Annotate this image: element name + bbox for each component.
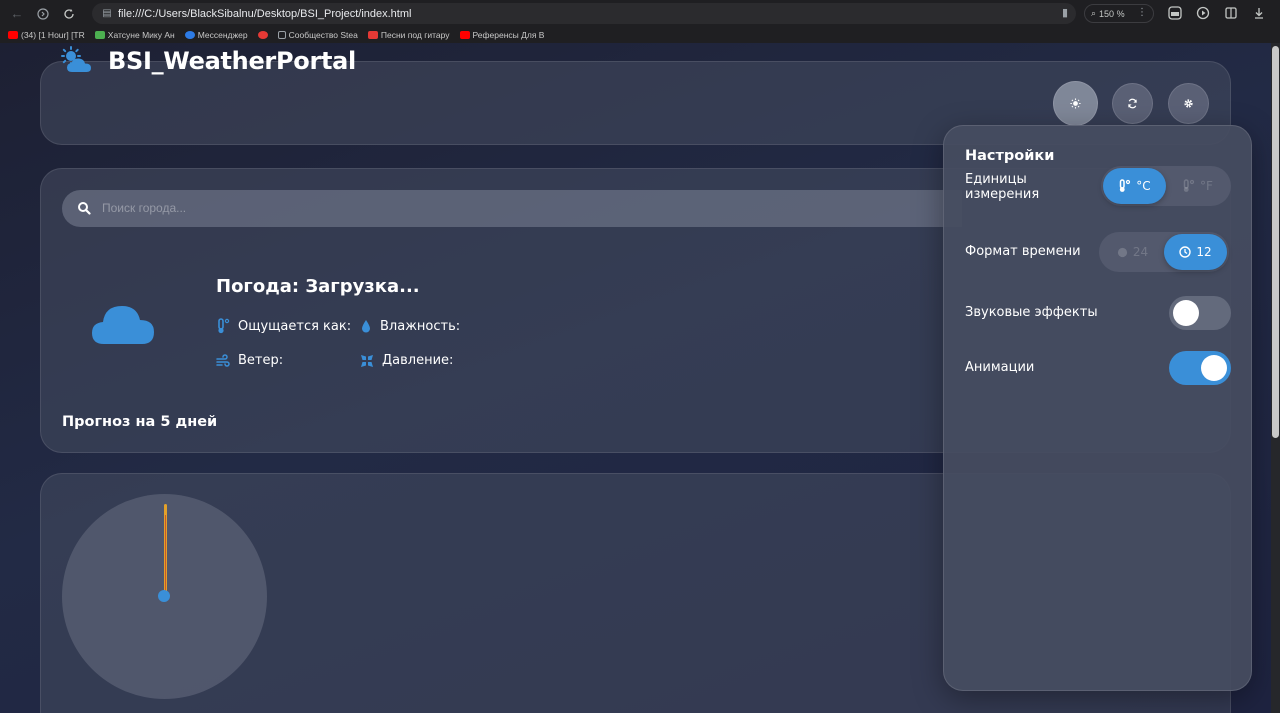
bookmark-label: Хатсуне Мику Ан	[107, 30, 175, 40]
bookmark-label: Песни под гитару	[380, 30, 450, 40]
bookmark-label: Мессенджер	[197, 30, 248, 40]
youtube-icon	[8, 31, 18, 39]
clock-minute-hand	[165, 515, 166, 595]
scrollbar-thumb[interactable]	[1272, 46, 1279, 438]
humidity-label: Влажность:	[380, 318, 461, 334]
pressure-label: Давление:	[382, 353, 454, 368]
sound-label: Звуковые эффекты	[965, 305, 1098, 320]
search-bar[interactable]	[62, 190, 962, 227]
thermometer-icon	[218, 318, 230, 334]
bookmark-label: Референсы Для В	[472, 30, 545, 40]
clock-icon	[1179, 246, 1192, 258]
units-selector: °C °F	[1101, 166, 1231, 206]
browser-toolbar: ← ▤ file:///C:/Users/BlackSibalnu/Deskto…	[0, 0, 1280, 27]
youtube-icon	[459, 31, 470, 39]
extension-icon[interactable]	[1166, 4, 1184, 22]
bookmarks-bar: (34) [1 Hour] [TR Хатсуне Мику Ан Мессен…	[0, 27, 1280, 43]
site-icon	[94, 31, 105, 39]
cloud-icon	[92, 306, 154, 344]
time-12-option[interactable]: 12	[1164, 234, 1227, 270]
clock-icon	[1117, 247, 1127, 257]
zoom-indicator[interactable]: ⌕ 150 % ⋮	[1084, 4, 1154, 23]
search-icon	[78, 202, 91, 215]
bookmark-label: (34) [1 Hour] [TR	[21, 30, 85, 40]
settings-panel: Настройки Единицы измерения °C °F Формат…	[943, 125, 1252, 691]
units-label: Единицы измерения	[965, 172, 1039, 202]
units-label-line2: измерения	[965, 187, 1040, 202]
more-icon[interactable]: ⋮	[1137, 7, 1147, 18]
wind-metric: Ветер:	[216, 353, 283, 368]
thermometer-icon	[1183, 179, 1195, 192]
forward-icon[interactable]	[30, 0, 56, 27]
wind-icon	[216, 353, 230, 367]
wind-label: Ветер:	[238, 353, 284, 368]
bookmark-item[interactable]: Сообщество Stea	[277, 30, 358, 40]
toggle-knob	[1201, 355, 1227, 381]
bookmark-icon[interactable]: ▮	[1062, 6, 1068, 19]
media-icon[interactable]	[1194, 4, 1212, 22]
unit-celsius-label: °C	[1136, 179, 1151, 193]
animations-toggle[interactable]	[1169, 351, 1231, 385]
pressure-metric: Давление:	[360, 353, 453, 368]
sound-toggle[interactable]	[1169, 296, 1231, 330]
clock-center	[158, 590, 170, 602]
time-24-option[interactable]: 24	[1101, 234, 1164, 270]
time-format-label: Формат времени	[965, 244, 1081, 259]
zoom-icon: ⌕	[1091, 8, 1097, 18]
messenger-icon	[184, 31, 195, 39]
thermometer-icon	[1120, 179, 1131, 192]
reload-icon[interactable]	[56, 0, 82, 27]
page-viewport: BSI_WeatherPortal Погода: Загрузка... Ощ…	[0, 43, 1271, 713]
download-icon[interactable]	[1250, 4, 1268, 22]
back-icon[interactable]: ←	[4, 0, 30, 27]
bookmark-item[interactable]: Песни под гитару	[367, 30, 450, 40]
time-format-selector: 24 12	[1099, 232, 1229, 272]
time-12-label: 12	[1196, 245, 1212, 259]
theme-toggle-button[interactable]	[1053, 81, 1098, 126]
bookmark-item[interactable]: Хатсуне Мику Ан	[94, 30, 175, 40]
bookmark-item[interactable]: (34) [1 Hour] [TR	[8, 30, 85, 40]
time-24-label: 24	[1132, 245, 1149, 259]
site-icon	[367, 31, 378, 39]
gear-icon	[1184, 99, 1193, 108]
yandex-icon	[257, 31, 268, 39]
settings-button[interactable]	[1168, 83, 1209, 124]
bookmark-item[interactable]	[257, 31, 268, 39]
forecast-title: Прогноз на 5 дней	[62, 414, 218, 430]
refresh-icon	[1128, 98, 1137, 109]
toggle-knob	[1173, 300, 1199, 326]
compress-icon	[361, 354, 373, 367]
units-label-line1: Единицы	[965, 172, 1027, 187]
file-icon: ▤	[102, 8, 112, 19]
refresh-button[interactable]	[1112, 83, 1153, 124]
unit-fahrenheit-label: °F	[1200, 179, 1213, 193]
zoom-value: 150 %	[1099, 8, 1125, 19]
feels-like-metric: Ощущается как:	[216, 318, 351, 334]
url-text[interactable]: file:///C:/Users/BlackSibalnu/Desktop/BS…	[118, 8, 411, 20]
unit-fahrenheit-option[interactable]: °F	[1166, 168, 1229, 204]
bookmark-item[interactable]: Мессенджер	[184, 30, 248, 40]
feels-like-label: Ощущается как:	[238, 318, 352, 334]
droplet-icon	[362, 320, 370, 333]
unit-celsius-option[interactable]: °C	[1103, 168, 1166, 204]
bookmark-label: Сообщество Stea	[288, 30, 358, 40]
reading-list-icon[interactable]	[1222, 4, 1240, 22]
animations-label: Анимации	[965, 360, 1035, 375]
sun-icon	[1070, 98, 1081, 109]
humidity-metric: Влажность:	[360, 318, 460, 334]
settings-title: Настройки	[965, 148, 1055, 164]
address-bar[interactable]: ▤ file:///C:/Users/BlackSibalnu/Desktop/…	[92, 3, 1076, 24]
cloud-sun-icon	[61, 46, 91, 72]
bookmark-item[interactable]: Референсы Для В	[459, 30, 545, 40]
page-icon	[277, 31, 286, 39]
weather-title: Погода: Загрузка...	[216, 276, 420, 297]
search-input[interactable]	[102, 198, 902, 218]
app-title: BSI_WeatherPortal	[108, 47, 356, 75]
